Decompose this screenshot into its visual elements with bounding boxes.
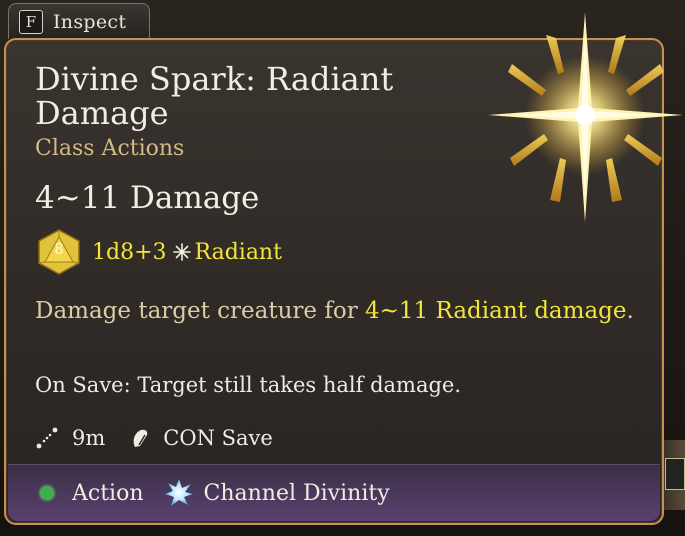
spell-meta: 9m CON Save: [36, 426, 273, 450]
inspect-label: Inspect: [53, 10, 127, 33]
action-dot-icon: [40, 486, 54, 500]
dice-formula: 1d8+3: [92, 239, 167, 265]
on-save-text: On Save: Target still takes half damage.: [35, 373, 462, 397]
action-cost-label: Action: [72, 480, 144, 506]
spell-description: Damage target creature for 4~11 Radiant …: [35, 296, 635, 327]
die-number: 8: [54, 240, 64, 258]
channel-divinity-icon: [164, 479, 193, 506]
description-end: .: [626, 298, 634, 324]
radiant-spark-icon: [488, 12, 683, 222]
d8-die-icon: 8: [36, 228, 82, 276]
damage-summary: 4~11 Damage: [35, 180, 260, 216]
hotbar-slot[interactable]: [665, 458, 685, 490]
action-costs: Action Channel Divinity: [40, 475, 390, 511]
description-text: Damage target creature for: [35, 298, 365, 324]
resource-cost-label: Channel Divinity: [203, 480, 390, 506]
keybind-key: F: [19, 9, 43, 34]
dice-row: 8 1d8+3 Radiant: [36, 228, 282, 276]
spell-category: Class Actions: [35, 136, 185, 161]
save-type: CON Save: [163, 426, 273, 450]
hotbar-edge: [663, 440, 685, 510]
range-icon: [36, 427, 58, 449]
damage-type: Radiant: [194, 239, 282, 265]
inspect-tab[interactable]: F Inspect: [8, 3, 150, 39]
radiant-icon: [172, 243, 191, 261]
range-value: 9m: [72, 426, 106, 450]
spell-title: Divine Spark: Radiant Damage: [35, 60, 394, 132]
description-highlight: 4~11 Radiant damage: [365, 298, 627, 324]
cost-bar: Action Channel Divinity: [8, 464, 660, 521]
saving-throw-icon: [133, 429, 148, 447]
